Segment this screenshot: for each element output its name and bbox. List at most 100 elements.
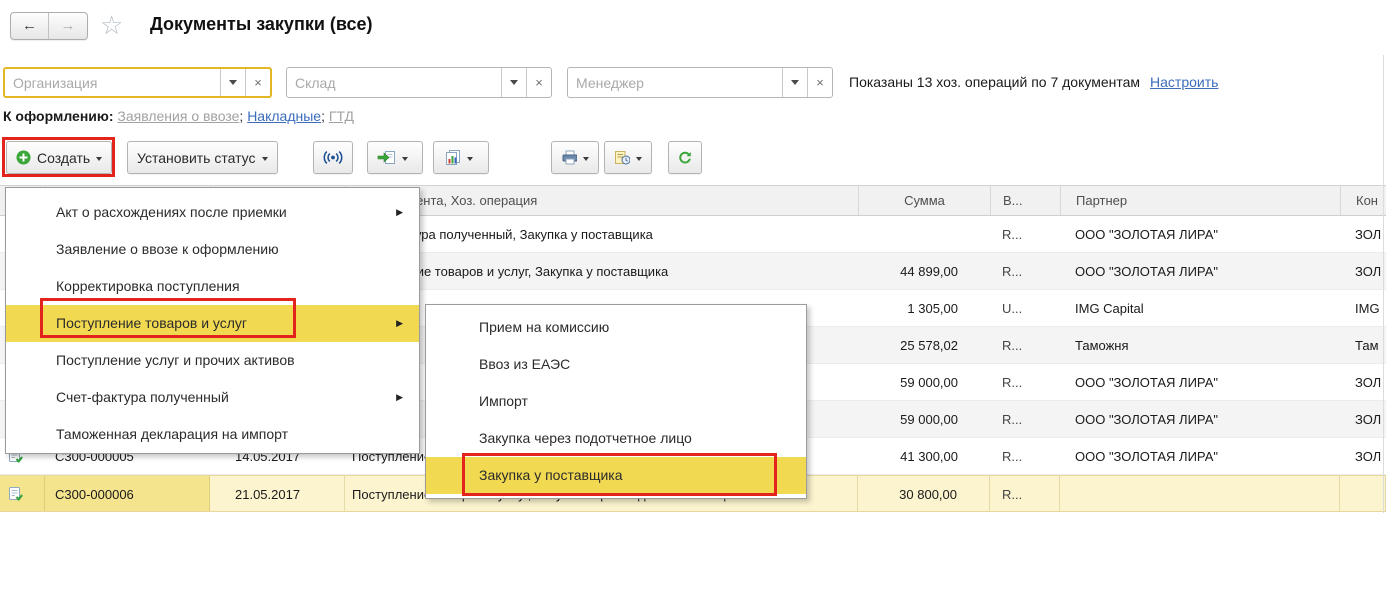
menu-item-label: Поступление товаров и услуг <box>56 315 247 331</box>
organization-filter-input[interactable] <box>5 69 220 96</box>
window-right-edge <box>1383 55 1384 513</box>
document-currency: R... <box>990 476 1060 511</box>
history-nav: ← → <box>10 12 88 40</box>
page-title: Документы закупки (все) <box>150 14 373 35</box>
create-button[interactable]: Создать <box>6 141 112 174</box>
document-currency: R... <box>990 253 1060 289</box>
menu-item-invoice-received[interactable]: Счет-фактура полученный ▶ <box>6 379 419 416</box>
document-currency: R... <box>990 401 1060 437</box>
column-header-sum[interactable]: Сумма <box>858 186 990 215</box>
document-currency: R... <box>990 327 1060 363</box>
document-contractor: ЗОЛ <box>1340 216 1386 252</box>
manager-clear-button[interactable]: × <box>807 68 832 97</box>
document-contractor: ЗОЛ <box>1340 253 1386 289</box>
gtd-link[interactable]: ГТД <box>329 108 354 124</box>
warehouse-filter-input[interactable] <box>287 68 501 97</box>
menu-item-label: Корректировка поступления <box>56 278 240 294</box>
submenu-item-supplier-purchase[interactable]: Закупка у поставщика <box>426 457 806 494</box>
refresh-button[interactable] <box>668 141 702 174</box>
chevron-down-icon <box>583 157 589 161</box>
create-based-on-button[interactable] <box>367 141 423 174</box>
menu-item-receipt-correction[interactable]: Корректировка поступления <box>6 268 419 305</box>
create-submenu: Прием на комиссию Ввоз из ЕАЭС Импорт За… <box>425 304 807 499</box>
document-partner: ООО "ЗОЛОТАЯ ЛИРА" <box>1060 364 1340 400</box>
document-contractor: ЗОЛ <box>1340 438 1386 474</box>
document-partner: ООО "ЗОЛОТАЯ ЛИРА" <box>1060 438 1340 474</box>
chevron-down-icon <box>96 157 102 161</box>
report-chart-icon <box>443 150 461 165</box>
document-currency: R... <box>990 438 1060 474</box>
menu-item-services-other-assets[interactable]: Поступление услуг и прочих активов <box>6 342 419 379</box>
submenu-item-accountable-person[interactable]: Закупка через подотчетное лицо <box>426 420 806 457</box>
broadcast-events-button[interactable] <box>313 141 353 174</box>
document-type: Поступление товаров и услуг, Закупка у п… <box>345 253 858 289</box>
document-date: 21.05.2017 <box>210 476 345 511</box>
refresh-icon <box>678 150 692 166</box>
back-button[interactable]: ← <box>11 13 49 39</box>
menu-item-label: Импорт <box>479 393 528 409</box>
scheduled-docs-button[interactable] <box>604 141 652 174</box>
set-status-button[interactable]: Установить статус <box>127 141 278 174</box>
document-number: С300-000006 <box>45 476 210 511</box>
chevron-down-icon <box>467 157 473 161</box>
menu-item-label: Закупка через подотчетное лицо <box>479 430 692 446</box>
document-contractor: Там <box>1340 327 1386 363</box>
print-button[interactable] <box>551 141 599 174</box>
submenu-item-commission[interactable]: Прием на комиссию <box>426 309 806 346</box>
warehouse-dropdown-button[interactable] <box>501 68 526 97</box>
chevron-down-icon <box>791 80 799 85</box>
plus-icon <box>16 150 31 165</box>
document-sum: 25 578,02 <box>858 327 990 363</box>
menu-item-label: Закупка у поставщика <box>479 467 623 483</box>
menu-item-label: Ввоз из ЕАЭС <box>479 356 570 372</box>
document-contractor <box>1340 476 1386 511</box>
submenu-arrow-icon: ▶ <box>396 194 403 231</box>
create-button-label: Создать <box>37 150 90 166</box>
reports-button[interactable] <box>433 141 489 174</box>
waybills-link[interactable]: Накладные <box>247 108 321 124</box>
set-status-label: Установить статус <box>137 150 256 166</box>
entry-statements-link[interactable]: Заявления о ввозе <box>117 108 239 124</box>
organization-dropdown-button[interactable] <box>220 69 245 96</box>
document-clock-icon <box>614 150 630 165</box>
column-header-currency[interactable]: В... <box>990 186 1060 215</box>
submenu-arrow-icon: ▶ <box>396 379 403 416</box>
document-sum: 59 000,00 <box>858 364 990 400</box>
menu-item-goods-services-receipt[interactable]: Поступление товаров и услуг ▶ <box>6 305 419 342</box>
favorite-star-icon[interactable]: ☆ <box>100 10 123 41</box>
document-sum: 1 305,00 <box>858 290 990 326</box>
document-partner: Таможня <box>1060 327 1340 363</box>
menu-item-entry-statement[interactable]: Заявление о ввозе к оформлению <box>6 231 419 268</box>
document-currency: R... <box>990 216 1060 252</box>
column-header-partner[interactable]: Партнер <box>1060 186 1340 215</box>
document-sum: 59 000,00 <box>858 401 990 437</box>
warehouse-clear-button[interactable]: × <box>526 68 551 97</box>
separator: ; <box>321 108 325 124</box>
menu-item-customs-declaration[interactable]: Таможенная декларация на импорт <box>6 416 419 453</box>
menu-item-label: Поступление услуг и прочих активов <box>56 352 295 368</box>
manager-filter-input[interactable] <box>568 68 782 97</box>
forward-arrow-icon: → <box>61 17 76 34</box>
chevron-down-icon <box>510 80 518 85</box>
column-header-doc-type[interactable]: Вид документа, Хоз. операция <box>345 186 858 215</box>
column-header-contractor[interactable]: Кон <box>1340 186 1386 215</box>
forward-button[interactable]: → <box>49 13 87 39</box>
manager-filter: × <box>567 67 833 98</box>
create-menu: Акт о расхождениях после приемки ▶ Заявл… <box>5 187 420 454</box>
document-contractor: IMG <box>1340 290 1386 326</box>
document-type: Счет-фактура полученный, Закупка у поста… <box>345 216 858 252</box>
chevron-down-icon <box>402 157 408 161</box>
manager-dropdown-button[interactable] <box>782 68 807 97</box>
submenu-item-eaeu-import[interactable]: Ввоз из ЕАЭС <box>426 346 806 383</box>
create-based-on-icon <box>377 150 396 165</box>
warehouse-filter: × <box>286 67 552 98</box>
submenu-item-import[interactable]: Импорт <box>426 383 806 420</box>
organization-clear-button[interactable]: × <box>245 69 270 96</box>
document-sum: 41 300,00 <box>858 438 990 474</box>
menu-item-discrepancy-act[interactable]: Акт о расхождениях после приемки ▶ <box>6 194 419 231</box>
document-sum: 30 800,00 <box>858 476 990 511</box>
menu-item-label: Прием на комиссию <box>479 319 609 335</box>
configure-link[interactable]: Настроить <box>1150 74 1218 90</box>
document-partner: ООО "ЗОЛОТАЯ ЛИРА" <box>1060 401 1340 437</box>
menu-item-label: Счет-фактура полученный <box>56 389 229 405</box>
